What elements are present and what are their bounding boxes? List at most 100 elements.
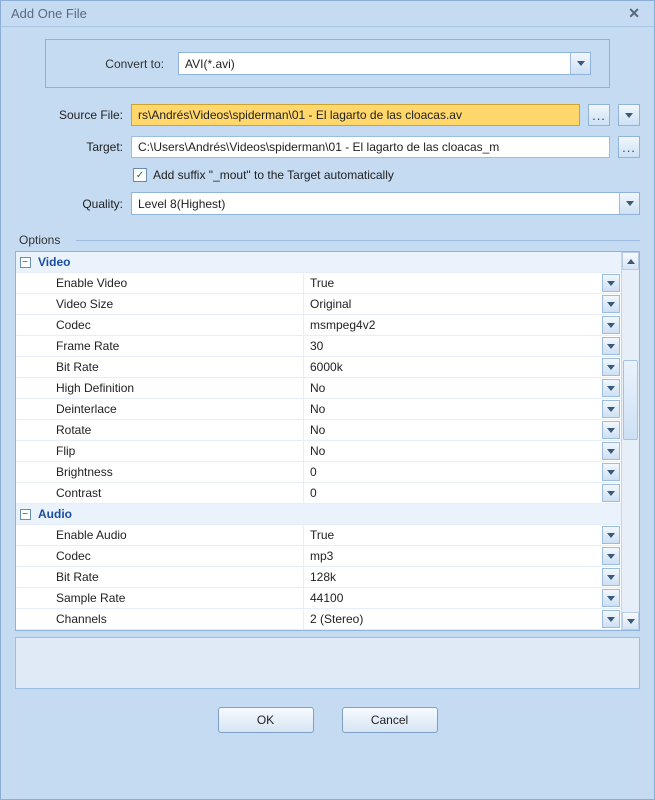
collapse-icon[interactable]: −: [20, 509, 31, 520]
option-value: True: [304, 276, 602, 290]
scroll-up-button[interactable]: [622, 252, 639, 270]
option-value: 6000k: [304, 360, 602, 374]
chevron-down-icon[interactable]: [602, 463, 620, 481]
option-value-cell[interactable]: 6000k: [304, 357, 621, 377]
option-value: 0: [304, 465, 602, 479]
option-row: High DefinitionNo: [16, 378, 621, 399]
option-value-cell[interactable]: 0: [304, 483, 621, 503]
option-key: Flip: [34, 441, 304, 461]
option-value: 30: [304, 339, 602, 353]
chevron-down-icon[interactable]: [602, 421, 620, 439]
source-dropdown-button[interactable]: [618, 104, 640, 126]
option-value: msmpeg4v2: [304, 318, 602, 332]
chevron-down-icon[interactable]: [602, 610, 620, 628]
option-value-cell[interactable]: No: [304, 441, 621, 461]
option-key: Contrast: [34, 483, 304, 503]
option-value: No: [304, 444, 602, 458]
suffix-checkbox[interactable]: ✓: [133, 168, 147, 182]
chevron-down-icon[interactable]: [602, 484, 620, 502]
chevron-down-icon[interactable]: [602, 547, 620, 565]
chevron-down-icon[interactable]: [602, 358, 620, 376]
source-row: Source File: rs\Andrés\Videos\spiderman\…: [15, 104, 640, 126]
option-value-cell[interactable]: True: [304, 273, 621, 293]
option-value-cell[interactable]: No: [304, 399, 621, 419]
section-title: Audio: [34, 504, 621, 524]
source-file-input[interactable]: rs\Andrés\Videos\spiderman\01 - El lagar…: [131, 104, 580, 126]
ok-button[interactable]: OK: [218, 707, 314, 733]
options-label: Options: [19, 233, 60, 247]
source-file-label: Source File:: [15, 108, 123, 122]
quality-row: Quality: Level 8(Highest): [15, 192, 640, 215]
scrollbar-thumb[interactable]: [623, 360, 638, 440]
option-key: Codec: [34, 315, 304, 335]
option-value: 0: [304, 486, 602, 500]
option-row: Brightness0: [16, 462, 621, 483]
chevron-down-icon[interactable]: [602, 337, 620, 355]
suffix-row: ✓ Add suffix "_mout" to the Target autom…: [133, 168, 640, 182]
option-value-cell[interactable]: msmpeg4v2: [304, 315, 621, 335]
quality-combo[interactable]: Level 8(Highest): [131, 192, 640, 215]
option-key: Enable Video: [34, 273, 304, 293]
chevron-down-icon[interactable]: [602, 316, 620, 334]
scroll-down-button[interactable]: [622, 612, 639, 630]
option-key: Brightness: [34, 462, 304, 482]
option-key: Rotate: [34, 420, 304, 440]
chevron-down-icon[interactable]: [602, 295, 620, 313]
chevron-down-icon[interactable]: [602, 274, 620, 292]
option-key: High Definition: [34, 378, 304, 398]
chevron-down-icon[interactable]: [602, 526, 620, 544]
chevron-down-icon[interactable]: [602, 400, 620, 418]
target-browse-button[interactable]: ...: [618, 136, 640, 158]
option-row: DeinterlaceNo: [16, 399, 621, 420]
option-value-cell[interactable]: mp3: [304, 546, 621, 566]
description-panel: [15, 637, 640, 689]
section-header-video[interactable]: −Video: [16, 252, 621, 273]
suffix-label: Add suffix "_mout" to the Target automat…: [153, 168, 394, 182]
option-row: Bit Rate6000k: [16, 357, 621, 378]
option-value-cell[interactable]: No: [304, 420, 621, 440]
option-value-cell[interactable]: 128k: [304, 567, 621, 587]
window-title: Add One File: [11, 6, 624, 21]
quality-label: Quality:: [15, 197, 123, 211]
option-key: Video Size: [34, 294, 304, 314]
source-file-value: rs\Andrés\Videos\spiderman\01 - El lagar…: [138, 108, 462, 122]
chevron-down-icon[interactable]: [602, 589, 620, 607]
dialog-buttons: OK Cancel: [15, 689, 640, 747]
divider: [76, 240, 640, 241]
chevron-down-icon[interactable]: [602, 442, 620, 460]
chevron-down-icon[interactable]: [602, 379, 620, 397]
option-row: RotateNo: [16, 420, 621, 441]
close-icon[interactable]: ✕: [624, 5, 644, 22]
option-value-cell[interactable]: Original: [304, 294, 621, 314]
add-one-file-dialog: Add One File ✕ Convert to: AVI(*.avi) So…: [0, 0, 655, 800]
option-value-cell[interactable]: No: [304, 378, 621, 398]
collapse-icon[interactable]: −: [20, 257, 31, 268]
titlebar: Add One File ✕: [1, 1, 654, 27]
chevron-down-icon[interactable]: [619, 193, 639, 214]
option-value: No: [304, 402, 602, 416]
option-value-cell[interactable]: True: [304, 525, 621, 545]
option-value: No: [304, 381, 602, 395]
option-value-cell[interactable]: 2 (Stereo): [304, 609, 621, 629]
option-value-cell[interactable]: 30: [304, 336, 621, 356]
option-key: Deinterlace: [34, 399, 304, 419]
vertical-scrollbar[interactable]: [621, 252, 639, 630]
convert-to-combo[interactable]: AVI(*.avi): [178, 52, 591, 75]
convert-to-value: AVI(*.avi): [179, 57, 570, 71]
target-input[interactable]: C:\Users\Andrés\Videos\spiderman\01 - El…: [131, 136, 610, 158]
option-row: Codecmsmpeg4v2: [16, 315, 621, 336]
option-value-cell[interactable]: 0: [304, 462, 621, 482]
convert-to-label: Convert to:: [64, 57, 164, 71]
scrollbar-track[interactable]: [622, 270, 639, 612]
source-browse-button[interactable]: ...: [588, 104, 610, 126]
option-value: Original: [304, 297, 602, 311]
option-value-cell[interactable]: 44100: [304, 588, 621, 608]
section-header-audio[interactable]: −Audio: [16, 504, 621, 525]
cancel-button[interactable]: Cancel: [342, 707, 438, 733]
chevron-down-icon[interactable]: [602, 568, 620, 586]
option-value: True: [304, 528, 602, 542]
option-value: No: [304, 423, 602, 437]
option-value: 2 (Stereo): [304, 612, 602, 626]
chevron-down-icon[interactable]: [570, 53, 590, 74]
option-key: Enable Audio: [34, 525, 304, 545]
